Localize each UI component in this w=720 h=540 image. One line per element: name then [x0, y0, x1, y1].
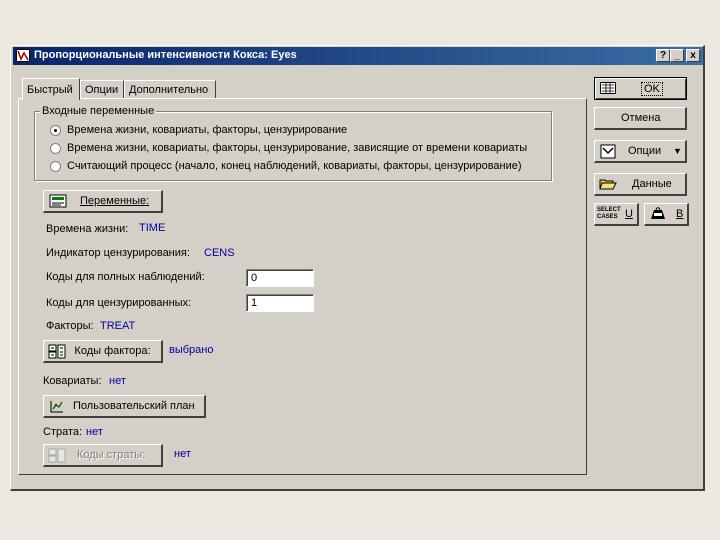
censor-indicator-value: CENS	[204, 247, 235, 259]
close-button[interactable]: x	[686, 49, 700, 62]
radio-label: Времена жизни, ковариаты, факторы, цензу…	[67, 124, 348, 136]
censored-codes-label: Коды для цензурированных:	[46, 297, 192, 309]
select-cases-line1: SELECT	[597, 207, 621, 213]
strata-codes-status: нет	[174, 448, 191, 460]
factors-value: TREAT	[100, 320, 136, 332]
select-cases-icon: SELECT CASES	[597, 207, 621, 221]
strata-value: нет	[86, 426, 103, 438]
covariates-value: нет	[109, 375, 126, 387]
lifetimes-value: TIME	[139, 222, 166, 234]
radio-button[interactable]	[50, 125, 61, 136]
ok-button[interactable]: OK	[594, 77, 687, 100]
options-button[interactable]: Опции ▼	[594, 140, 687, 163]
variables-button[interactable]: Переменные:	[43, 190, 163, 213]
select-cases-key: U	[625, 208, 633, 220]
custom-plan-button-label: Пользовательский план	[73, 400, 195, 412]
ok-button-label: OK	[641, 78, 663, 99]
censored-codes-value: 1	[251, 297, 258, 309]
strata-label: Страта:	[43, 426, 83, 438]
data-button[interactable]: Данные	[594, 173, 687, 196]
variables-button-label: Переменные:	[80, 195, 150, 207]
covariates-label: Ковариаты:	[43, 375, 102, 387]
factor-codes-button-text: Коды фактора:	[74, 345, 151, 357]
radio-button[interactable]	[50, 161, 61, 172]
factor-codes-status: выбрано	[169, 344, 214, 356]
weight-button[interactable]: B	[644, 203, 689, 226]
select-cases-button[interactable]: SELECT CASES U	[594, 203, 639, 226]
weight-key: B	[676, 208, 684, 220]
ok-icon	[600, 82, 616, 97]
help-button[interactable]: ?	[656, 49, 670, 62]
minimize-button[interactable]: _	[670, 49, 684, 62]
cancel-button-label: Отмена	[621, 112, 661, 124]
strata-codes-button[interactable]: Коды страты:	[43, 444, 163, 467]
tab-quick-label: Быстрый	[27, 84, 73, 96]
tab-options-label: Опции	[85, 84, 119, 96]
tab-quick[interactable]: Быстрый	[22, 78, 80, 100]
factor-codes-icon	[48, 344, 66, 362]
strata-codes-button-label: Коды страты:	[77, 449, 146, 461]
censored-codes-field[interactable]: 1	[246, 294, 314, 312]
full-codes-label: Коды для полных наблюдений:	[46, 271, 205, 283]
censor-indicator-label: Индикатор цензурирования:	[46, 247, 190, 259]
radio-button[interactable]	[50, 143, 61, 154]
dropdown-arrow-icon: ▼	[673, 146, 682, 156]
select-cases-line2: CASES	[597, 214, 618, 220]
full-codes-field[interactable]: 0	[246, 269, 314, 287]
ok-text: OK	[641, 81, 663, 96]
options-button-label: Опции	[628, 145, 662, 157]
factor-codes-button-label: ККоды фактора:	[74, 341, 151, 361]
weight-icon	[649, 207, 667, 224]
window-title: Пропорциональные интенсивности Кокса: Ey…	[34, 49, 297, 61]
tab-advanced[interactable]: Дополнительно	[124, 80, 216, 99]
options-icon	[600, 144, 616, 162]
data-button-label: Данные	[632, 178, 672, 190]
tab-options[interactable]: Опции	[80, 80, 124, 99]
full-codes-value: 0	[251, 272, 258, 284]
tab-advanced-label: Дополнительно	[129, 84, 209, 96]
custom-plan-icon	[49, 399, 65, 417]
variables-icon	[49, 194, 67, 211]
input-variables-label: Входные переменные	[40, 105, 157, 117]
strata-codes-icon	[48, 448, 66, 466]
folder-open-icon	[599, 177, 617, 194]
factors-label: Факторы:	[46, 320, 94, 332]
custom-plan-button[interactable]: Пользовательский план	[43, 395, 206, 418]
cancel-button[interactable]: Отмена	[594, 107, 687, 130]
lifetimes-label: Времена жизни:	[46, 223, 129, 235]
app-icon	[16, 49, 30, 62]
radio-label: Считающий процесс (начало, конец наблюде…	[67, 160, 522, 172]
title-bar[interactable]: Пропорциональные интенсивности Кокса: Ey…	[13, 47, 703, 65]
factor-codes-button[interactable]: ККоды фактора:	[43, 340, 163, 363]
radio-label: Времена жизни, ковариаты, факторы, цензу…	[67, 142, 528, 154]
